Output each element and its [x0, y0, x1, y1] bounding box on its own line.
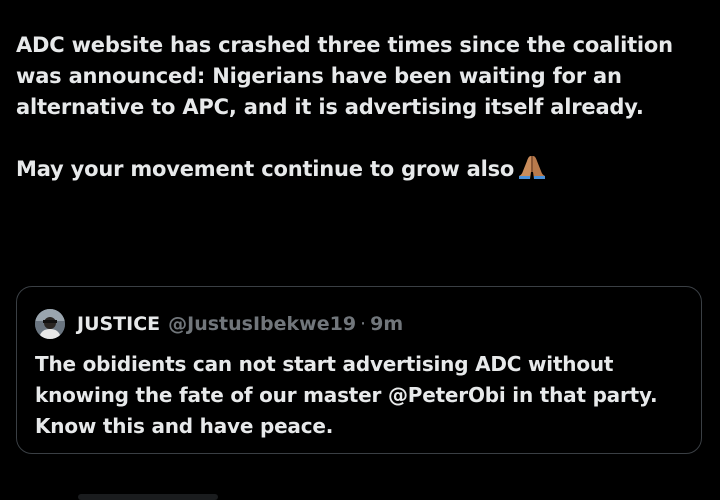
quoted-post-text: The obidients can not start advertising …: [35, 352, 658, 438]
quoted-author-name[interactable]: JUSTICE: [77, 313, 160, 335]
quoted-post-card[interactable]: JUSTICE @JustusIbekwe19 · 9m The obidien…: [16, 286, 702, 454]
quoted-post-header: JUSTICE @JustusIbekwe19 · 9m: [35, 309, 403, 339]
quoted-post-time[interactable]: 9m: [370, 313, 403, 335]
post-paragraph-1: ADC website has crashed three times sinc…: [16, 33, 673, 119]
post-paragraph-2: May your movement continue to grow also: [16, 154, 706, 189]
folded-hands-icon: [518, 154, 546, 189]
post-text: ADC website has crashed three times sinc…: [16, 30, 706, 189]
separator-dot: ·: [360, 313, 367, 335]
next-post-placeholder: [78, 494, 218, 500]
post-paragraph-2-text: May your movement continue to grow also: [16, 157, 515, 181]
avatar[interactable]: [35, 309, 65, 339]
quoted-author-handle[interactable]: @JustusIbekwe19: [168, 313, 356, 335]
next-post-preview: [0, 486, 720, 500]
